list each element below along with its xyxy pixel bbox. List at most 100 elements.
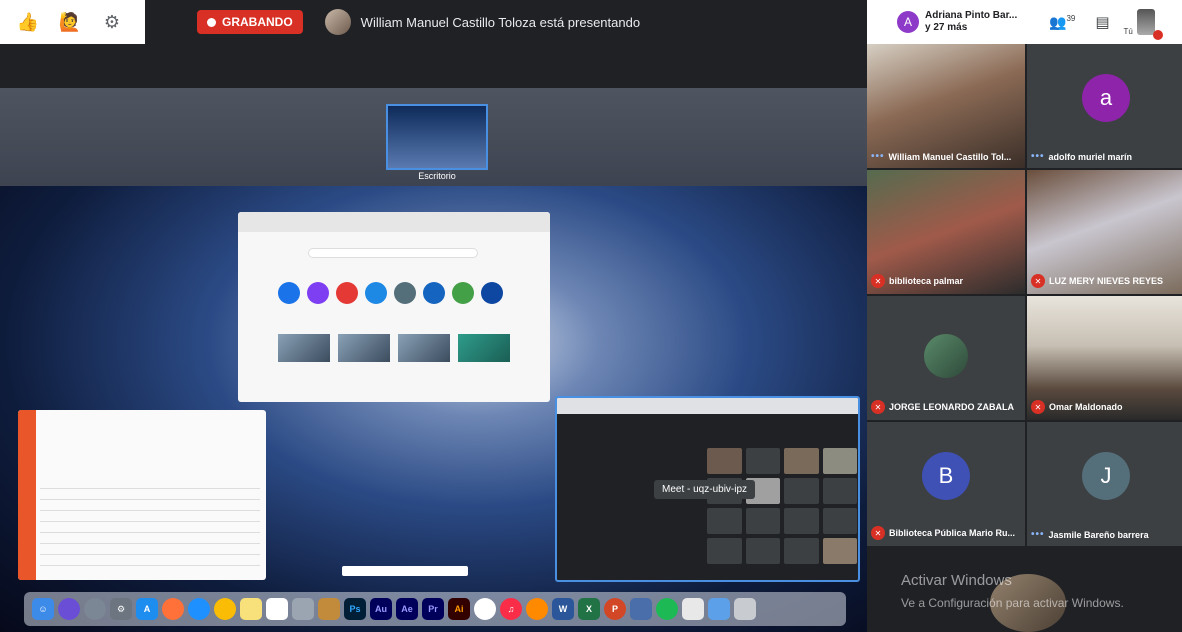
premiere-icon[interactable]: Pr bbox=[422, 598, 444, 620]
music-icon[interactable]: ♫ bbox=[500, 598, 522, 620]
powerpoint-icon[interactable]: P bbox=[604, 598, 626, 620]
recent-card[interactable] bbox=[458, 334, 510, 362]
calendar-icon[interactable] bbox=[630, 598, 652, 620]
after-effects-icon[interactable]: Ae bbox=[396, 598, 418, 620]
mini-tile bbox=[822, 508, 857, 534]
shortcut-icon[interactable] bbox=[278, 282, 300, 304]
self-video-thumbnail[interactable] bbox=[1136, 9, 1155, 35]
participant-tile[interactable]: ✕ biblioteca palmar bbox=[867, 170, 1025, 294]
system-preferences-icon[interactable]: ⚙ bbox=[110, 598, 132, 620]
shortcut-icon[interactable] bbox=[481, 282, 503, 304]
folder-icon[interactable] bbox=[708, 598, 730, 620]
mini-tile bbox=[784, 478, 819, 504]
task-row[interactable] bbox=[40, 524, 260, 533]
participant-summary-name: Adriana Pinto Bar... bbox=[925, 10, 1018, 21]
trash-icon[interactable] bbox=[734, 598, 756, 620]
reaction-toolbar: 👍 🙋 ⚙ bbox=[0, 0, 145, 44]
excel-icon[interactable]: X bbox=[578, 598, 600, 620]
word-icon[interactable]: W bbox=[552, 598, 574, 620]
shortcut-icon[interactable] bbox=[365, 282, 387, 304]
mini-tile bbox=[745, 538, 780, 564]
app-store-icon[interactable]: A bbox=[136, 598, 158, 620]
people-button[interactable]: 👥 39 bbox=[1049, 14, 1075, 31]
desktop-space-thumbnail[interactable] bbox=[386, 104, 488, 170]
recording-badge: GRABANDO bbox=[197, 10, 303, 34]
task-row[interactable] bbox=[40, 546, 260, 555]
participant-name-text: JORGE LEONARDO ZABALA bbox=[889, 402, 1015, 412]
participant-name-text: Biblioteca Pública Mario Ru... bbox=[889, 528, 1016, 538]
tasks-sidebar bbox=[18, 410, 36, 580]
participant-tile[interactable]: B ✕ Biblioteca Pública Mario Ru... bbox=[867, 422, 1025, 546]
firefox-icon[interactable] bbox=[162, 598, 184, 620]
recording-dot-icon bbox=[207, 17, 216, 27]
task-row[interactable] bbox=[40, 480, 260, 489]
meet-window-tiles bbox=[707, 448, 857, 564]
participant-name: ✕ JORGE LEONARDO ZABALA bbox=[871, 400, 1014, 414]
browser-window[interactable] bbox=[238, 212, 550, 402]
task-row[interactable] bbox=[40, 557, 260, 566]
shortcut-icon[interactable] bbox=[394, 282, 416, 304]
participant-tile[interactable]: ••• William Manuel Castillo Tol... bbox=[867, 44, 1025, 168]
shortcut-icon[interactable] bbox=[307, 282, 329, 304]
mini-tile bbox=[707, 508, 742, 534]
participant-name: ✕ biblioteca palmar bbox=[871, 274, 963, 288]
speaking-indicator-icon: ••• bbox=[871, 151, 885, 162]
finder-icon[interactable]: ☺ bbox=[32, 598, 54, 620]
recent-card[interactable] bbox=[338, 334, 390, 362]
participant-name: ✕ Omar Maldonado bbox=[1031, 400, 1123, 414]
thumbs-up-icon[interactable]: 👍 bbox=[16, 10, 40, 34]
mail-icon[interactable] bbox=[292, 598, 314, 620]
participant-tile[interactable]: J ••• Jasmile Bareño barrera bbox=[1027, 422, 1182, 546]
task-row[interactable] bbox=[40, 535, 260, 544]
task-row[interactable] bbox=[40, 513, 260, 522]
preview-icon[interactable] bbox=[318, 598, 340, 620]
recent-card[interactable] bbox=[278, 334, 330, 362]
books-icon[interactable] bbox=[526, 598, 548, 620]
participant-tile[interactable]: ✕ Omar Maldonado bbox=[1027, 296, 1182, 420]
illustrator-icon[interactable]: Ai bbox=[448, 598, 470, 620]
participant-name-text: Omar Maldonado bbox=[1049, 402, 1123, 412]
speaking-indicator-icon: ••• bbox=[1031, 529, 1045, 540]
participant-tile[interactable]: ✕ JORGE LEONARDO ZABALA bbox=[867, 296, 1025, 420]
participant-name: ✕ LUZ MERY NIEVES REYES bbox=[1031, 274, 1163, 288]
gear-icon[interactable]: ⚙ bbox=[100, 10, 124, 34]
photos-icon[interactable] bbox=[474, 598, 496, 620]
participant-summary[interactable]: Adriana Pinto Bar... y 27 más bbox=[925, 10, 1033, 34]
document-icon[interactable] bbox=[682, 598, 704, 620]
shortcut-icon[interactable] bbox=[336, 282, 358, 304]
mic-off-icon: ✕ bbox=[871, 400, 885, 414]
raised-hand-icon[interactable]: 🙋 bbox=[58, 10, 82, 34]
notes-icon[interactable] bbox=[240, 598, 262, 620]
browser-shortcuts bbox=[278, 282, 503, 304]
activate-windows-title: Activar Windows bbox=[901, 572, 1012, 589]
launchpad-icon[interactable] bbox=[84, 598, 106, 620]
tasks-list bbox=[40, 480, 260, 568]
spotify-icon[interactable] bbox=[656, 598, 678, 620]
chat-icon[interactable]: ▤ bbox=[1095, 13, 1109, 31]
speaking-indicator-icon: ••• bbox=[1031, 151, 1045, 162]
participant-name: ••• William Manuel Castillo Tol... bbox=[871, 151, 1011, 162]
sharing-notification-bar bbox=[342, 566, 468, 576]
participant-tile[interactable]: ✕ LUZ MERY NIEVES REYES bbox=[1027, 170, 1182, 294]
participant-name: ••• Jasmile Bareño barrera bbox=[1031, 529, 1149, 540]
recent-card[interactable] bbox=[398, 334, 450, 362]
photoshop-icon[interactable]: Ps bbox=[344, 598, 366, 620]
participant-tile[interactable]: a ••• adolfo muriel marín bbox=[1027, 44, 1182, 168]
audition-icon[interactable]: Au bbox=[370, 598, 392, 620]
people-count: 39 bbox=[1066, 13, 1076, 23]
shortcut-icon[interactable] bbox=[423, 282, 445, 304]
chrome-icon[interactable] bbox=[214, 598, 236, 620]
self-label: Tú bbox=[1123, 27, 1133, 36]
participants-header: A Adriana Pinto Bar... y 27 más 👥 39 ▤ T… bbox=[867, 0, 1182, 44]
reminders-icon[interactable] bbox=[266, 598, 288, 620]
shortcut-icon[interactable] bbox=[452, 282, 474, 304]
mini-tile bbox=[784, 448, 819, 474]
browser-search-box[interactable] bbox=[308, 248, 478, 258]
tasks-window[interactable] bbox=[18, 410, 266, 580]
participant-avatar: a bbox=[1082, 74, 1130, 122]
task-row[interactable] bbox=[40, 502, 260, 511]
siri-icon[interactable] bbox=[58, 598, 80, 620]
safari-icon[interactable] bbox=[188, 598, 210, 620]
participant-video bbox=[867, 44, 1025, 168]
task-row[interactable] bbox=[40, 491, 260, 500]
